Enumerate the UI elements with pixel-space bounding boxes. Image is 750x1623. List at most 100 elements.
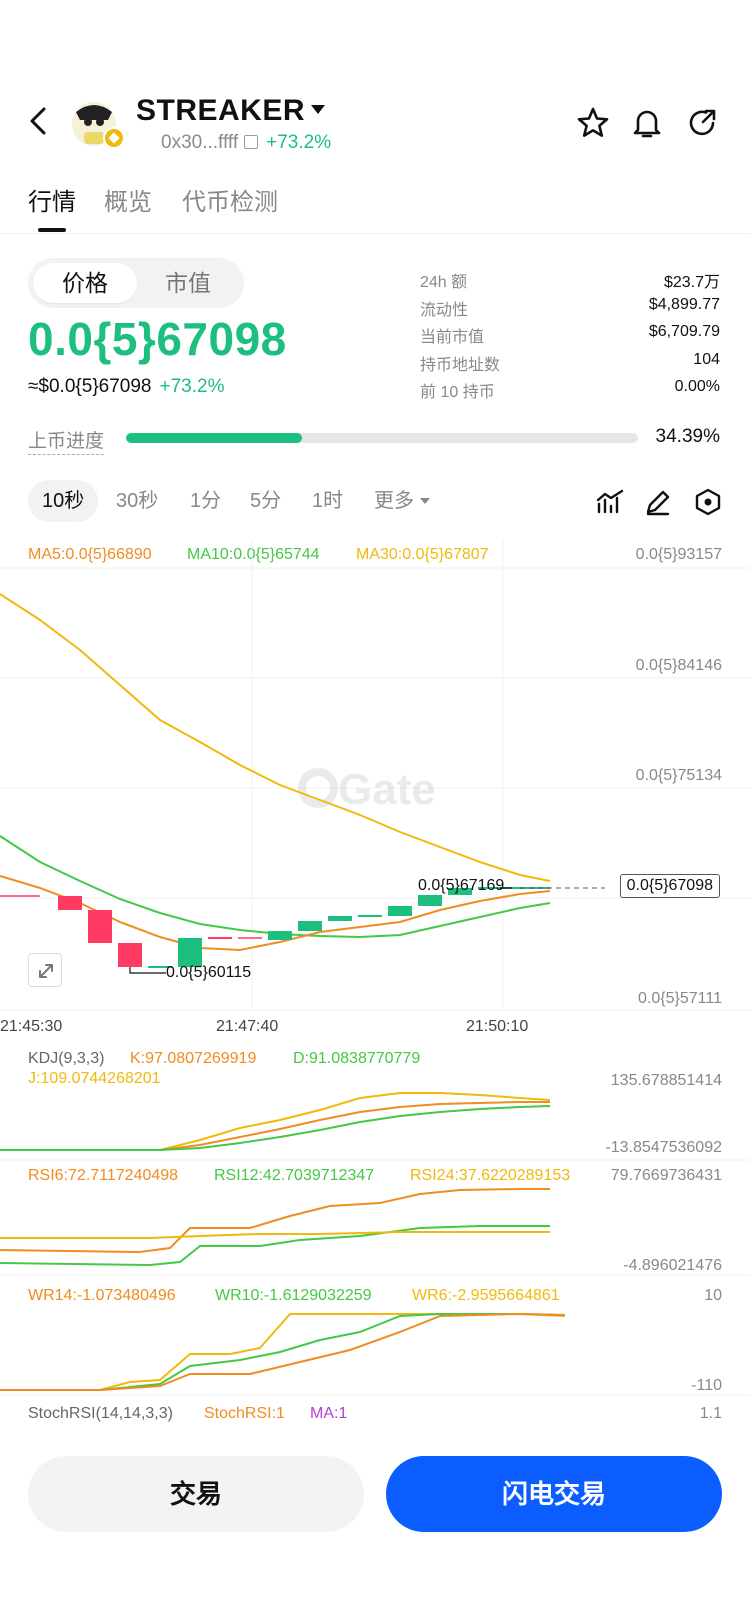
kdj-k: K:97.0807269919 [130, 1050, 257, 1067]
tab-market[interactable]: 行情 [28, 182, 76, 217]
share-icon[interactable] [686, 106, 720, 140]
candle [178, 938, 202, 967]
svg-text:Gate: Gate [338, 765, 436, 814]
copy-icon[interactable] [244, 135, 259, 149]
tab-bar: 行情 概览 代币检测 [0, 172, 750, 234]
price-toggle: 价格 市值 [28, 258, 244, 308]
kdj-title: KDJ(9,3,3) [28, 1050, 105, 1067]
stat-row: 持币地址数 104 [420, 351, 720, 379]
current-price-tag: 0.0{5}67098 [619, 874, 720, 898]
candle [58, 896, 82, 910]
caret-down-icon [311, 105, 326, 114]
usd-price-text: ≈$0.0{5}67098 [28, 376, 152, 397]
rsi6: RSI6:72.7117240498 [28, 1167, 179, 1184]
candle [268, 931, 292, 940]
usd-price: ≈$0.0{5}67098 +73.2% [28, 376, 224, 398]
ma30-line [0, 593, 551, 882]
toggle-marketcap[interactable]: 市值 [136, 263, 240, 303]
x-tick: 21:45:30 [0, 1018, 63, 1035]
stochrsi-title: StochRSI(14,14,3,3) [28, 1405, 173, 1422]
stat-value: 0.00% [674, 378, 720, 395]
wr14: WR14:-1.073480496 [28, 1287, 176, 1304]
wr6: WR6:-2.9595664861 [412, 1287, 560, 1304]
kdj-top: 135.678851414 [610, 1072, 722, 1089]
stat-value: $6,709.79 [648, 323, 720, 340]
stochrsi-value: StochRSI:1 [204, 1405, 285, 1422]
y-tick: 0.0{5}57111 [638, 990, 722, 1007]
kdj-panel [0, 1092, 551, 1151]
stat-row: 当前市值 $6,709.79 [420, 323, 720, 351]
interval-1h[interactable]: 1时 [312, 480, 343, 522]
flash-trade-button[interactable]: 闪电交易 [386, 1456, 722, 1532]
kdj-d: D:91.0838770779 [293, 1050, 421, 1067]
listing-progress-bar [126, 433, 638, 443]
caret-down-icon [420, 498, 430, 504]
fullscreen-button[interactable] [28, 953, 62, 987]
stat-value: $4,899.77 [648, 295, 720, 313]
header-change: +73.2% [266, 132, 332, 153]
candle [118, 943, 142, 967]
current-price: 0.0{5}67098 [28, 313, 287, 365]
y-tick: 0.0{5}84146 [635, 657, 722, 674]
stat-label: 持币地址数 [420, 356, 501, 374]
token-avatar [72, 102, 125, 149]
address-text: 0x30...ffff [161, 132, 239, 153]
rsi24: RSI24:37.6220289153 [410, 1167, 571, 1184]
stat-label: 前 10 持币 [420, 384, 495, 401]
interval-30s[interactable]: 30秒 [116, 480, 158, 522]
interval-10s[interactable]: 10秒 [28, 480, 99, 522]
interval-1m[interactable]: 1分 [190, 480, 221, 522]
stats-panel: 24h 额 $23.7万 流动性 $4,899.77 当前市值 $6,709.79 持… [420, 268, 720, 406]
price-change: +73.2% [159, 376, 225, 397]
wr-bottom: -110 [691, 1377, 722, 1394]
candle [88, 910, 112, 943]
star-icon[interactable] [576, 106, 610, 140]
high-price-label: 0.0{5}67169 [418, 877, 505, 894]
stat-row: 流动性 $4,899.77 [420, 296, 720, 324]
trade-button[interactable]: 交易 [28, 1456, 364, 1532]
x-tick: 21:50:10 [466, 1018, 529, 1035]
y-tick: 0.0{5}93157 [635, 546, 722, 563]
bell-icon[interactable] [630, 106, 664, 140]
kdj-bottom: -13.8547536092 [605, 1139, 722, 1156]
header: STREAKER 0x30...ffff +73.2% [0, 90, 750, 160]
gate-watermark: Gate [298, 765, 436, 814]
rsi-bottom: -4.896021476 [623, 1257, 722, 1274]
candle [328, 916, 352, 921]
stat-row: 前 10 持币 0.00% [420, 378, 720, 406]
stochrsi-ma: MA:1 [310, 1405, 348, 1422]
rsi12: RSI12:42.7039712347 [214, 1167, 375, 1184]
stat-label: 流动性 [420, 301, 469, 319]
listing-progress-value: 34.39% [655, 426, 720, 447]
draw-pen-icon[interactable] [644, 488, 672, 516]
wr10: WR10:-1.6129032259 [215, 1287, 372, 1304]
wr-top: 10 [704, 1287, 722, 1304]
settings-hex-icon[interactable] [694, 488, 722, 516]
stat-label: 24h 额 [420, 274, 468, 291]
toggle-price[interactable]: 价格 [33, 263, 137, 303]
token-title[interactable]: STREAKER [136, 94, 326, 128]
stat-row: 24h 额 $23.7万 [420, 268, 720, 296]
indicator-icon[interactable] [596, 488, 624, 516]
wr-panel [0, 1312, 566, 1391]
token-name: STREAKER [136, 94, 306, 127]
interval-more-label: 更多 [374, 490, 414, 512]
candle [298, 921, 322, 931]
back-icon[interactable] [22, 104, 56, 138]
kdj-j: J:109.0744268201 [28, 1070, 161, 1087]
low-price-label: 0.0{5}60115 [166, 964, 252, 981]
candles [0, 887, 550, 968]
stat-value: 104 [693, 350, 720, 368]
active-tab-indicator [38, 228, 66, 232]
listing-progress-label[interactable]: 上币进度 [28, 426, 105, 455]
rsi-top: 79.7669736431 [610, 1167, 722, 1184]
tab-token-check[interactable]: 代币检测 [182, 182, 278, 217]
x-tick: 21:47:40 [216, 1018, 279, 1035]
interval-more[interactable]: 更多 [374, 480, 430, 522]
interval-5m[interactable]: 5分 [250, 480, 281, 522]
token-address: 0x30...ffff +73.2% [161, 132, 331, 154]
tab-overview[interactable]: 概览 [104, 182, 152, 217]
rsi-panel [0, 1188, 550, 1267]
expand-icon [39, 964, 53, 978]
candle [418, 895, 442, 906]
